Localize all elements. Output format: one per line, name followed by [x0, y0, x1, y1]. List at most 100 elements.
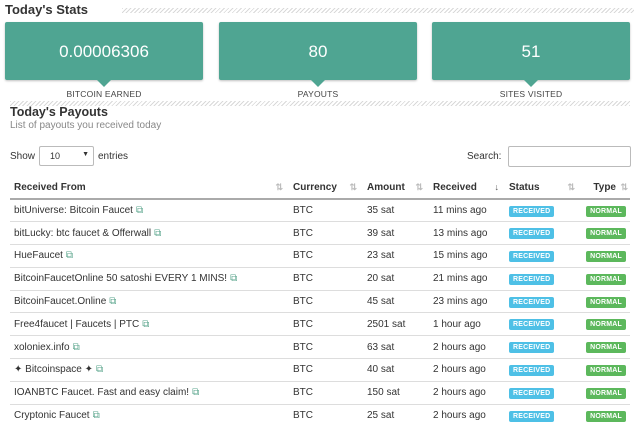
cell-amount: 25 sat [363, 403, 429, 427]
payouts-table: Received From ⇅ Currency ⇅ Amount ⇅ Receive… [10, 177, 630, 427]
cell-received: 2 hours ago [429, 380, 505, 405]
type-badge: NORMAL [586, 410, 626, 422]
source-link[interactable]: IOANBTC Faucet. Fast and easy claim! [14, 387, 189, 398]
type-badge: NORMAL [586, 205, 626, 217]
search-label: Search: [467, 151, 502, 162]
table-row: BitcoinFaucet.Online ⧉ BTC 45 sat 23 mins ag… [10, 289, 630, 313]
cell-received-from: bitLucky: btc faucet & Offerwall ⧉ [10, 221, 289, 245]
status-badge: RECEIVED [509, 387, 555, 399]
stat-card-sites-visited: 51 [432, 22, 630, 87]
column-header-received-from[interactable]: Received From ⇅ [10, 177, 289, 200]
external-link-icon[interactable]: ⧉ [136, 205, 143, 216]
status-badge: RECEIVED [509, 250, 555, 262]
show-label: Show [10, 151, 36, 162]
table-row: HueFaucet ⧉ BTC 23 sat 15 mins ago RECEIVED NO… [10, 244, 630, 268]
cell-status: RECEIVED [505, 199, 581, 222]
payouts-subtitle: List of payouts you received today [10, 120, 162, 131]
cell-amount: 40 sat [363, 358, 429, 382]
cell-currency: BTC [289, 221, 363, 245]
entries-select[interactable]: 10 ▼ [39, 146, 94, 166]
cell-currency: BTC [289, 266, 363, 291]
cell-currency: BTC [289, 244, 363, 268]
source-link[interactable]: ✦ Bitcoinspace ✦ [14, 364, 93, 375]
cell-received: 23 mins ago [429, 289, 505, 313]
column-label: Type [593, 182, 616, 193]
cell-currency: BTC [289, 289, 363, 313]
cell-amount: 63 sat [363, 335, 429, 359]
cell-status: RECEIVED [505, 312, 581, 336]
status-badge: RECEIVED [509, 273, 555, 285]
external-link-icon[interactable]: ⧉ [93, 410, 100, 421]
cell-status: RECEIVED [505, 403, 581, 427]
cell-type: NORMAL [581, 266, 630, 291]
cell-currency: BTC [289, 335, 363, 359]
column-header-received[interactable]: Received ↓ [429, 177, 505, 200]
stats-title: Today's Stats [5, 2, 89, 17]
sort-icon: ⇅ [620, 182, 628, 192]
stat-value: 0.00006306 [59, 42, 149, 61]
column-header-currency[interactable]: Currency ⇅ [289, 177, 363, 200]
source-link[interactable]: Cryptonic Faucet [14, 410, 90, 421]
table-row: Free4faucet | Faucets | PTC ⧉ BTC 2501 sat 1… [10, 312, 630, 336]
cell-status: RECEIVED [505, 266, 581, 291]
external-link-icon[interactable]: ⧉ [109, 296, 116, 307]
sort-icon: ⇅ [349, 182, 357, 192]
status-badge: RECEIVED [509, 296, 555, 308]
search-input[interactable] [508, 146, 631, 167]
external-link-icon[interactable]: ⧉ [96, 364, 103, 375]
chevron-down-icon: ▼ [82, 151, 89, 158]
source-link[interactable]: BitcoinFaucet.Online [14, 296, 106, 307]
payouts-title: Today's Payouts [10, 105, 108, 119]
cell-status: RECEIVED [505, 244, 581, 268]
cell-type: NORMAL [581, 358, 630, 382]
cell-type: NORMAL [581, 244, 630, 268]
column-header-type[interactable]: Type ⇅ [581, 177, 630, 200]
cell-status: RECEIVED [505, 380, 581, 405]
stat-label: SITES VISITED [499, 89, 563, 99]
stat-card-bitcoin-earned: 0.00006306 [5, 22, 203, 87]
source-link[interactable]: bitUniverse: Bitcoin Faucet [14, 205, 133, 216]
cell-received-from: HueFaucet ⧉ [10, 244, 289, 268]
type-badge: NORMAL [586, 250, 626, 262]
cell-received-from: bitUniverse: Bitcoin Faucet ⧉ [10, 199, 289, 222]
source-link[interactable]: xoloniex.info [14, 342, 70, 353]
external-link-icon[interactable]: ⧉ [142, 319, 149, 330]
status-badge: RECEIVED [509, 342, 555, 354]
cell-received-from: BitcoinFaucetOnline 50 satoshi EVERY 1 M… [10, 266, 289, 291]
external-link-icon[interactable]: ⧉ [154, 228, 161, 239]
type-badge: NORMAL [586, 296, 626, 308]
sort-icon: ⇅ [275, 182, 283, 192]
stat-card-payouts: 80 [219, 22, 417, 87]
cell-received-from: ✦ Bitcoinspace ✦ ⧉ [10, 358, 289, 382]
cell-currency: BTC [289, 380, 363, 405]
sort-icon: ⇅ [567, 182, 575, 192]
cell-received: 13 mins ago [429, 221, 505, 245]
table-row: IOANBTC Faucet. Fast and easy claim! ⧉ BTC… [10, 380, 630, 405]
cell-received-from: xoloniex.info ⧉ [10, 335, 289, 359]
cell-type: NORMAL [581, 221, 630, 245]
type-badge: NORMAL [586, 342, 626, 354]
cell-received: 21 mins ago [429, 266, 505, 291]
cell-received: 2 hours ago [429, 335, 505, 359]
external-link-icon[interactable]: ⧉ [230, 273, 237, 284]
column-header-status[interactable]: Status ⇅ [505, 177, 581, 200]
cell-currency: BTC [293, 205, 313, 217]
column-label: Status [509, 182, 540, 193]
external-link-icon[interactable]: ⧉ [66, 250, 73, 261]
table-row: xoloniex.info ⧉ BTC 63 sat 2 hours ago RECEIV… [10, 335, 630, 359]
source-link[interactable]: HueFaucet [14, 250, 63, 261]
cell-status: RECEIVED [505, 358, 581, 382]
stat-value: 80 [308, 42, 328, 61]
column-header-amount[interactable]: Amount ⇅ [363, 177, 429, 200]
external-link-icon[interactable]: ⧉ [73, 342, 80, 353]
type-badge: NORMAL [586, 364, 626, 376]
cell-amount: 2501 sat [363, 312, 429, 336]
column-label: Received [433, 182, 477, 193]
cell-amount: 150 sat [363, 380, 429, 405]
source-link[interactable]: bitLucky: btc faucet & Offerwall [14, 228, 151, 239]
external-link-icon[interactable]: ⧉ [192, 387, 199, 398]
status-badge: RECEIVED [509, 228, 555, 240]
source-link[interactable]: BitcoinFaucetOnline 50 satoshi EVERY 1 M… [14, 273, 227, 284]
cell-type: NORMAL [581, 312, 630, 336]
source-link[interactable]: Free4faucet | Faucets | PTC [14, 319, 139, 330]
